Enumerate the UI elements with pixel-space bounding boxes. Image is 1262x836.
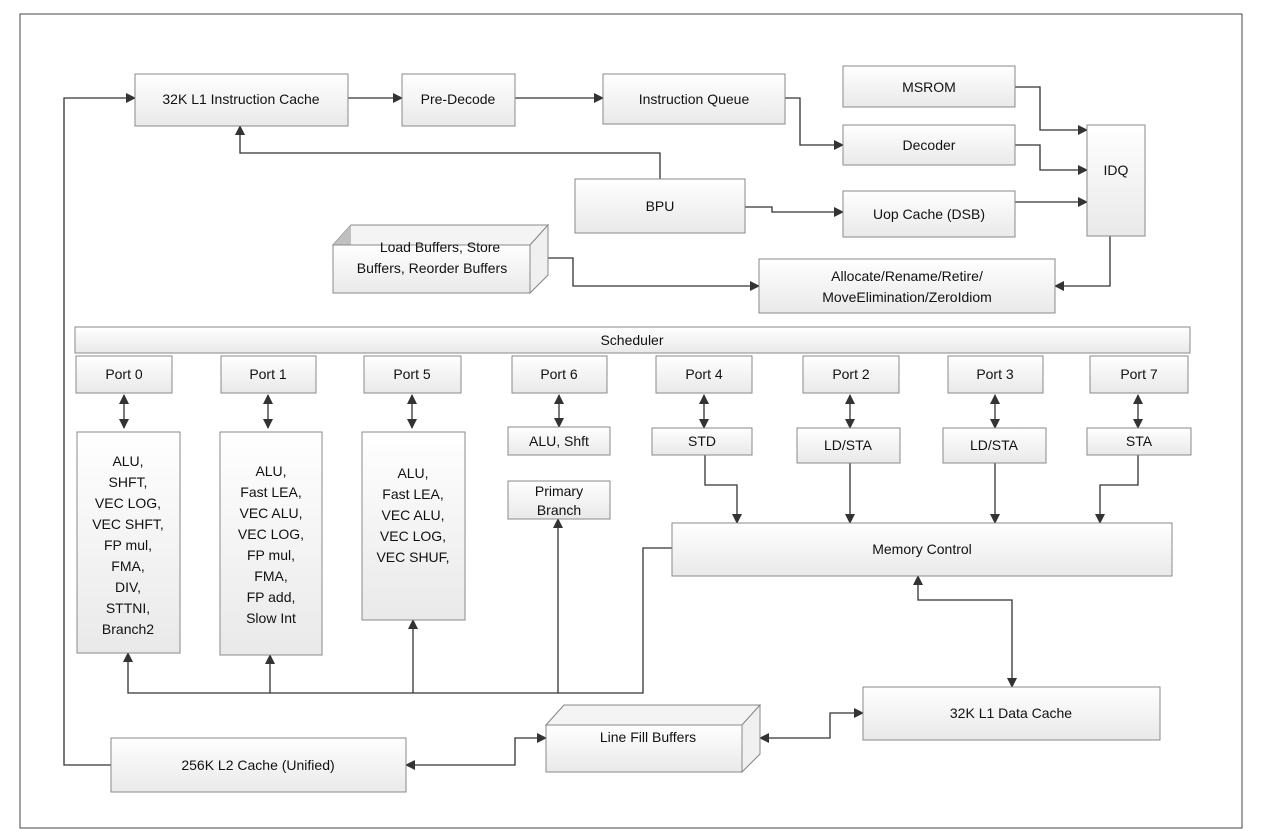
- port-0: Port 0: [75, 355, 173, 394]
- svg-text:Port 4: Port 4: [685, 366, 723, 382]
- svg-text:Port 7: Port 7: [1120, 366, 1158, 382]
- load-store-reorder-buffers: Load Buffers, Store Buffers, Reorder Buf…: [331, 223, 550, 295]
- port-7: Port 7: [1089, 355, 1189, 394]
- svg-text:MoveElimination/ZeroIdiom: MoveElimination/ZeroIdiom: [822, 289, 992, 305]
- svg-text:VEC ALU,: VEC ALU,: [239, 505, 302, 521]
- svg-text:DIV,: DIV,: [115, 579, 141, 595]
- svg-text:Scheduler: Scheduler: [600, 332, 663, 348]
- svg-text:Primary: Primary: [535, 483, 583, 499]
- allocate-rename-retire: Allocate/Rename/Retire/MoveElimination/Z…: [758, 258, 1056, 314]
- svg-text:FP mul,: FP mul,: [247, 547, 295, 563]
- bpu: BPU: [574, 178, 746, 234]
- svg-text:STA: STA: [1126, 433, 1153, 449]
- port-2: Port 2: [802, 355, 900, 394]
- svg-text:Pre-Decode: Pre-Decode: [421, 91, 496, 107]
- port-0-units: ALU, SHFT, VEC LOG, VEC SHFT, FP mul, FMA, DIV…: [76, 431, 181, 654]
- line-fill-buffers: Line Fill Buffers: [544, 703, 762, 774]
- port-6: Port 6: [511, 355, 608, 394]
- pre-decode: Pre-Decode: [401, 73, 516, 127]
- svg-text:ALU,: ALU,: [112, 453, 143, 469]
- port-4-std: STD: [651, 427, 753, 456]
- idq: IDQ: [1086, 124, 1146, 237]
- svg-text:MSROM: MSROM: [902, 79, 956, 95]
- svg-text:Decoder: Decoder: [903, 137, 956, 153]
- svg-text:VEC SHUF,: VEC SHUF,: [376, 549, 449, 565]
- l1-data-cache: 32K L1 Data Cache: [862, 686, 1161, 741]
- svg-text:Fast LEA,: Fast LEA,: [240, 484, 301, 500]
- instruction-queue: Instruction Queue: [602, 73, 786, 125]
- svg-text:Branch: Branch: [537, 502, 581, 518]
- svg-text:IDQ: IDQ: [1104, 162, 1129, 178]
- l2-cache: 256K L2 Cache (Unified): [110, 737, 407, 793]
- port-2-ld-sta: LD/STA: [796, 427, 901, 464]
- svg-text:Port 6: Port 6: [540, 366, 578, 382]
- svg-text:Slow Int: Slow Int: [246, 610, 296, 626]
- svg-text:Fast LEA,: Fast LEA,: [382, 486, 443, 502]
- svg-text:256K L2 Cache (Unified): 256K L2 Cache (Unified): [181, 757, 334, 773]
- svg-text:FP add,: FP add,: [247, 589, 296, 605]
- port-3: Port 3: [947, 355, 1044, 394]
- svg-text:Instruction Queue: Instruction Queue: [639, 91, 750, 107]
- svg-text:LD/STA: LD/STA: [970, 437, 1019, 453]
- svg-text:32K L1 Data Cache: 32K L1 Data Cache: [950, 705, 1072, 721]
- svg-text:VEC SHFT,: VEC SHFT,: [92, 516, 164, 532]
- svg-text:Memory Control: Memory Control: [872, 541, 972, 557]
- svg-text:Buffers, Reorder Buffers: Buffers, Reorder Buffers: [357, 260, 507, 276]
- svg-text:32K L1 Instruction Cache: 32K L1 Instruction Cache: [162, 91, 319, 107]
- primary-branch: Primary Branch: [507, 480, 611, 520]
- svg-text:VEC LOG,: VEC LOG,: [95, 495, 161, 511]
- svg-text:Port 3: Port 3: [976, 366, 1014, 382]
- decoder: Decoder: [842, 124, 1016, 166]
- svg-text:Branch2: Branch2: [102, 621, 154, 637]
- svg-text:LD/STA: LD/STA: [824, 437, 873, 453]
- cpu-pipeline-diagram: 32K L1 Instruction Cache Pre-Decode Inst…: [19, 13, 1243, 829]
- l1-instruction-cache: 32K L1 Instruction Cache: [134, 73, 349, 127]
- port-5: Port 5: [363, 355, 462, 394]
- svg-text:VEC LOG,: VEC LOG,: [380, 528, 446, 544]
- svg-text:ALU,: ALU,: [255, 463, 286, 479]
- svg-text:Port 0: Port 0: [105, 366, 143, 382]
- svg-text:STTNI,: STTNI,: [106, 600, 150, 616]
- svg-text:ALU,: ALU,: [397, 465, 428, 481]
- svg-text:Port 2: Port 2: [832, 366, 870, 382]
- svg-text:Port 5: Port 5: [393, 366, 431, 382]
- svg-text:SHFT,: SHFT,: [109, 474, 148, 490]
- msrom: MSROM: [842, 65, 1016, 108]
- svg-text:ALU, Shft: ALU, Shft: [529, 433, 589, 449]
- scheduler: Scheduler: [74, 326, 1191, 354]
- svg-text:FMA,: FMA,: [111, 558, 144, 574]
- port-5-units: ALU, Fast LEA, VEC ALU, VEC LOG, VEC SHUF,: [361, 431, 466, 621]
- uop-cache: Uop Cache (DSB): [842, 190, 1016, 238]
- port-6-alu-shft: ALU, Shft: [507, 426, 611, 456]
- port-3-ld-sta: LD/STA: [942, 427, 1047, 464]
- svg-text:BPU: BPU: [646, 198, 675, 214]
- svg-text:VEC LOG,: VEC LOG,: [238, 526, 304, 542]
- svg-text:FMA,: FMA,: [254, 568, 287, 584]
- port-4: Port 4: [655, 355, 753, 394]
- svg-text:Port 1: Port 1: [249, 366, 287, 382]
- memory-control: Memory Control: [671, 522, 1173, 577]
- svg-text:Line Fill Buffers: Line Fill Buffers: [600, 729, 696, 745]
- port-7-sta: STA: [1086, 427, 1192, 456]
- svg-text:STD: STD: [688, 433, 716, 449]
- port-1-units: ALU, Fast LEA, VEC ALU, VEC LOG, FP mul, FMA,…: [219, 431, 323, 656]
- svg-text:Allocate/Rename/Retire/: Allocate/Rename/Retire/: [831, 268, 983, 284]
- svg-text:VEC ALU,: VEC ALU,: [381, 507, 444, 523]
- svg-text:Uop Cache (DSB): Uop Cache (DSB): [873, 206, 985, 222]
- port-1: Port 1: [220, 355, 317, 394]
- svg-text:Load Buffers, Store: Load Buffers, Store: [380, 239, 501, 255]
- svg-text:FP mul,: FP mul,: [104, 537, 152, 553]
